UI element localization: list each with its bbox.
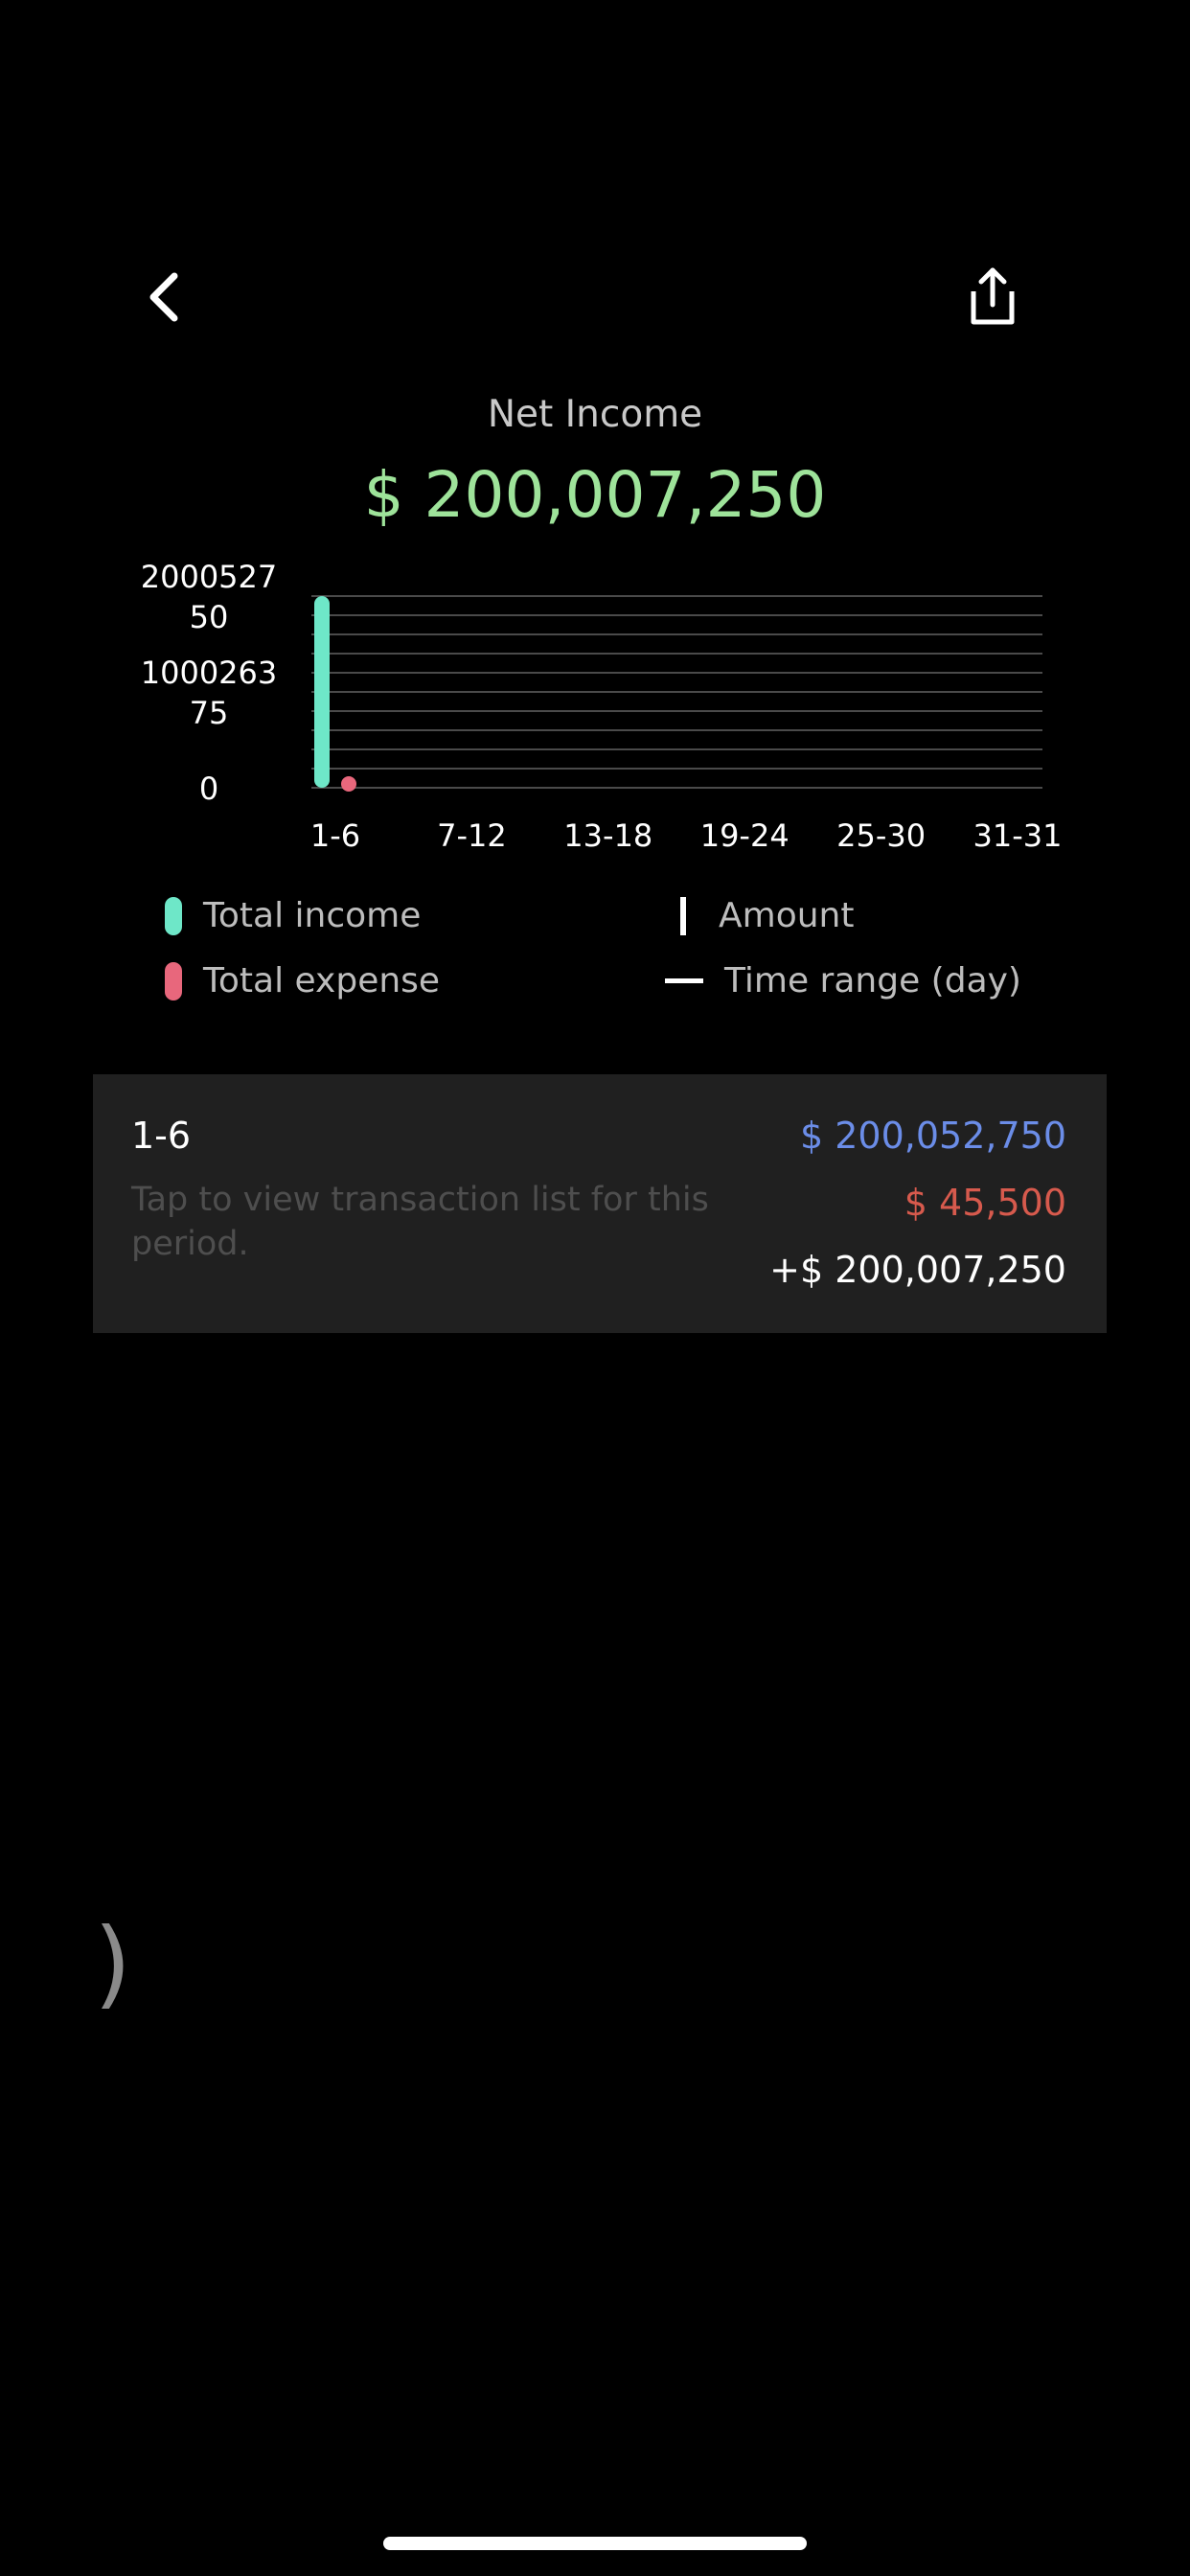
period-income-amount: $ 200,052,750 xyxy=(799,1115,1066,1157)
share-icon xyxy=(971,267,1015,325)
chevron-left-icon xyxy=(149,272,178,322)
back-button[interactable] xyxy=(134,259,195,335)
expense-swatch-icon xyxy=(165,961,182,1000)
x-tick-label: 1-6 xyxy=(310,817,360,854)
legend-time-range-label: Time range (day) xyxy=(724,961,1021,1000)
y-tick-label: 1000263 75 xyxy=(141,655,278,731)
x-tick-label: 7-12 xyxy=(437,817,507,854)
legend-amount-label: Amount xyxy=(719,896,855,935)
period-expense-amount: $ 45,500 xyxy=(904,1182,1066,1224)
net-income-screen: Net Income $ 200,007,250 2000527 50 100026… xyxy=(0,0,1190,2576)
legend-expense-label: Total expense xyxy=(203,961,441,1000)
x-tick-label: 31-31 xyxy=(973,817,1063,854)
net-income-title: Net Income xyxy=(487,393,703,436)
vertical-line-icon xyxy=(680,896,686,935)
legend-income-label: Total income xyxy=(203,896,422,935)
x-tick-label: 13-18 xyxy=(563,817,652,854)
legend-income: Total income xyxy=(165,896,421,935)
horizontal-line-icon xyxy=(665,978,703,983)
period-summary-card[interactable]: 1-6 Tap to view transaction list for thi… xyxy=(93,1074,1107,1333)
period-label: 1-6 xyxy=(131,1115,192,1157)
chart-bar xyxy=(341,776,356,792)
y-tick-label: 0 xyxy=(199,770,218,807)
legend-amount: Amount xyxy=(675,896,854,935)
x-tick-label: 19-24 xyxy=(700,817,790,854)
chart-legend: Total income Total expense Amount Time r… xyxy=(0,896,1190,1030)
income-expense-chart: 2000527 50 1000263 75 0 1-6 7-12 13-18 19-24 25-3… xyxy=(0,537,1190,862)
income-swatch-icon xyxy=(165,896,182,935)
chart-bar xyxy=(314,596,330,788)
x-tick-label: 25-30 xyxy=(836,817,926,854)
legend-time-range: Time range (day) xyxy=(665,961,1021,1000)
period-net-amount: +$ 200,007,250 xyxy=(769,1249,1066,1291)
share-button[interactable] xyxy=(956,261,1029,334)
y-tick-label: 2000527 50 xyxy=(141,559,278,635)
stray-glyph: ) xyxy=(94,1907,132,2019)
home-indicator xyxy=(383,2537,807,2550)
chart-canvas: 2000527 50 1000263 75 0 1-6 7-12 13-18 19-24 25-3… xyxy=(141,559,1063,854)
legend-expense: Total expense xyxy=(165,961,440,1000)
period-hint: Tap to view transaction list for this pe… xyxy=(131,1181,709,1263)
net-income-amount: $ 200,007,250 xyxy=(363,458,827,532)
